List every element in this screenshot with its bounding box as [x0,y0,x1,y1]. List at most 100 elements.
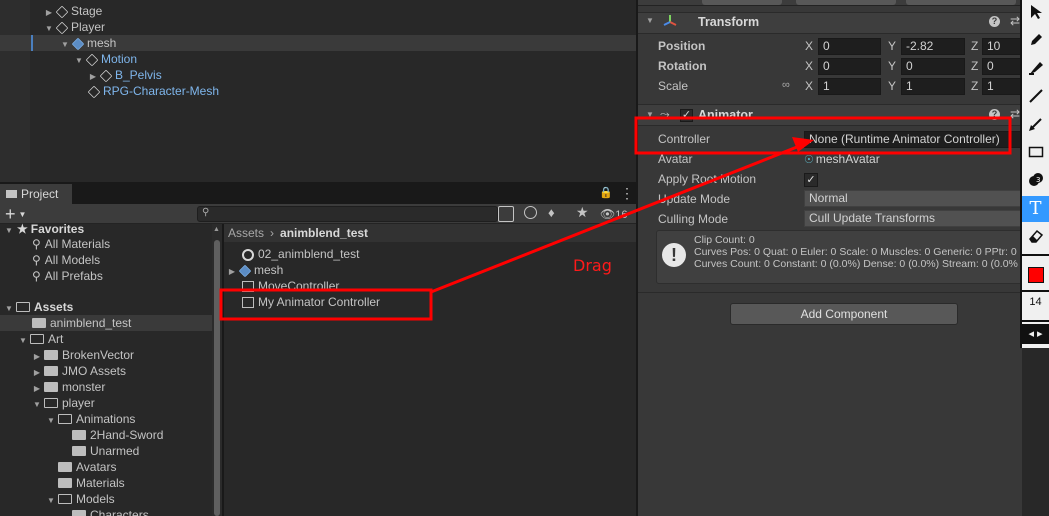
axis-y-label[interactable]: Y [888,58,896,75]
help-icon[interactable]: ? [989,16,1000,27]
text-tool-button[interactable]: T [1022,196,1049,222]
prefab-open-button[interactable] [702,0,782,5]
file-item-mesh[interactable]: ▶ mesh [227,262,283,278]
hierarchy-item-motion[interactable]: ▼ Motion [74,51,137,67]
help-icon[interactable]: ? [989,109,1000,120]
scale-x-field[interactable]: 1 [818,78,881,95]
file-item-scene[interactable]: 02_animblend_test [242,246,359,262]
tree-item-art[interactable]: ▼ Art [18,331,63,347]
file-item-movecontroller[interactable]: MoveController [242,278,339,294]
hierarchy-item-b-pelvis[interactable]: ▶ B_Pelvis [88,67,162,83]
breadcrumb-current[interactable]: animblend_test [280,226,368,240]
hierarchy-item-player[interactable]: ▼ Player [44,19,105,35]
update-mode-dropdown[interactable]: Normal [804,190,1024,207]
collapse-arrow-icon[interactable]: ▼ [646,110,654,119]
tree-item-brokenvector[interactable]: ▶ BrokenVector [32,347,134,363]
position-x-field[interactable]: 0 [818,38,881,55]
tree-item-unarmed[interactable]: Unarmed [70,443,139,459]
scale-z-field[interactable]: 1 [982,78,1024,95]
font-size-value[interactable]: 14 [1022,296,1049,308]
pen-tool-icon[interactable] [1022,28,1049,54]
search-input[interactable]: ⚲ [197,206,498,222]
collapse-arrow-icon[interactable]: ▼ [46,493,56,509]
hierarchy-item-rpg-character-mesh[interactable]: RPG-Character-Mesh [86,83,219,99]
favorites-header[interactable]: ▼ ★ Favorites [4,221,84,237]
star-icon[interactable]: ★ [576,204,589,221]
eraser-tool-icon[interactable] [1022,224,1049,250]
avatar-object-field[interactable]: ☉ meshAvatar [804,151,1024,168]
hierarchy-item-stage[interactable]: ▶ Stage [44,3,102,19]
add-component-button[interactable]: Add Component [730,303,958,325]
hierarchy-item-mesh[interactable]: ▼ mesh [60,35,116,51]
axis-y-label[interactable]: Y [888,78,896,95]
animator-enabled-checkbox[interactable]: ✓ [680,109,693,122]
rotation-z-field[interactable]: 0 [982,58,1024,75]
hidden-packages-button[interactable]: 👁16 [600,204,627,224]
tree-item-player[interactable]: ▼ player [32,395,95,411]
breadcrumb-root[interactable]: Assets [228,226,264,240]
transform-header[interactable] [638,12,1024,34]
favorite-item[interactable]: ⚲ All Materials [32,236,110,252]
tree-scrollbar[interactable]: ▲ [212,224,222,516]
more-options-icon[interactable]: ⋮ [620,185,634,201]
axis-x-label[interactable]: X [805,38,813,55]
axis-x-label[interactable]: X [805,78,813,95]
collapse-arrow-icon[interactable]: ▼ [32,397,42,413]
collapse-arrow-icon[interactable]: ▼ [44,21,54,37]
animator-header[interactable] [638,104,1024,126]
line-tool-icon[interactable] [1022,84,1049,110]
rectangle-tool-icon[interactable] [1022,140,1049,166]
apply-root-motion-checkbox[interactable]: ✓ [804,173,818,187]
file-item-my-animator-controller[interactable]: My Animator Controller [242,294,380,310]
tree-item-materials[interactable]: Materials [56,475,125,491]
rotation-x-field[interactable]: 0 [818,58,881,75]
project-tab[interactable]: Project [0,184,72,204]
tree-item-avatars[interactable]: Avatars [56,459,116,475]
tree-item-monster[interactable]: ▶ monster [32,379,105,395]
axis-x-label[interactable]: X [805,58,813,75]
scene-search-icon[interactable] [498,206,514,222]
collapse-arrow-icon[interactable]: ▼ [46,413,56,429]
rotation-y-field[interactable]: 0 [901,58,965,75]
tree-scrollbar-thumb[interactable] [214,240,220,516]
axis-z-label[interactable]: Z [971,78,978,95]
prefab-overrides-dropdown[interactable] [906,0,1016,5]
expand-arrow-icon[interactable]: ▶ [227,264,237,280]
collapse-arrow-icon[interactable]: ▼ [18,333,28,349]
culling-mode-dropdown[interactable]: Cull Update Transforms [804,210,1024,227]
cursor-tool-icon[interactable] [1022,0,1049,26]
position-y-field[interactable]: -2.82 [901,38,965,55]
favorite-item[interactable]: ⚲ All Models [32,252,100,268]
position-z-field[interactable]: 10 [982,38,1024,55]
axis-z-label[interactable]: Z [971,58,978,75]
prefab-select-button[interactable] [796,0,896,5]
favorite-item[interactable]: ⚲ All Prefabs [32,268,103,284]
presets-icon[interactable]: ⇄ [1010,107,1020,121]
collapse-arrow-icon[interactable]: ▼ [60,37,70,53]
tree-item-animblend-test[interactable]: animblend_test [30,315,131,331]
scroll-up-arrow-icon[interactable]: ▲ [213,226,220,233]
step-counter-tool-icon[interactable]: 3 [1022,168,1049,194]
controller-object-field[interactable]: None (Runtime Animator Controller) [804,131,1024,148]
axis-z-label[interactable]: Z [971,38,978,55]
assets-header[interactable]: ▼ Assets [4,299,73,315]
collapse-arrow-icon[interactable]: ▼ [646,16,654,25]
tree-item-models[interactable]: ▼ Models [46,491,115,507]
filter-type-icon[interactable] [524,206,537,219]
panel-divider[interactable] [222,224,224,516]
tree-item-jmo-assets[interactable]: ▶ JMO Assets [32,363,126,379]
color-swatch[interactable] [1028,267,1044,283]
tree-item-characters[interactable]: Characters [70,507,149,516]
presets-icon[interactable]: ⇄ [1010,14,1020,28]
move-toolbar-icon[interactable]: ◂ ▸ [1022,324,1049,344]
collapse-arrow-icon[interactable]: ▼ [4,223,14,239]
axis-y-label[interactable]: Y [888,38,896,55]
tree-item-2hand-sword[interactable]: 2Hand-Sword [70,427,163,443]
collapse-arrow-icon[interactable]: ▼ [74,53,84,69]
tree-item-animations[interactable]: ▼ Animations [46,411,135,427]
scale-y-field[interactable]: 1 [901,78,965,95]
tag-icon[interactable]: ♦ [548,205,555,220]
arrow-tool-icon[interactable] [1022,112,1049,138]
lock-icon[interactable]: 🔒 [599,186,613,200]
highlighter-tool-icon[interactable] [1022,56,1049,82]
